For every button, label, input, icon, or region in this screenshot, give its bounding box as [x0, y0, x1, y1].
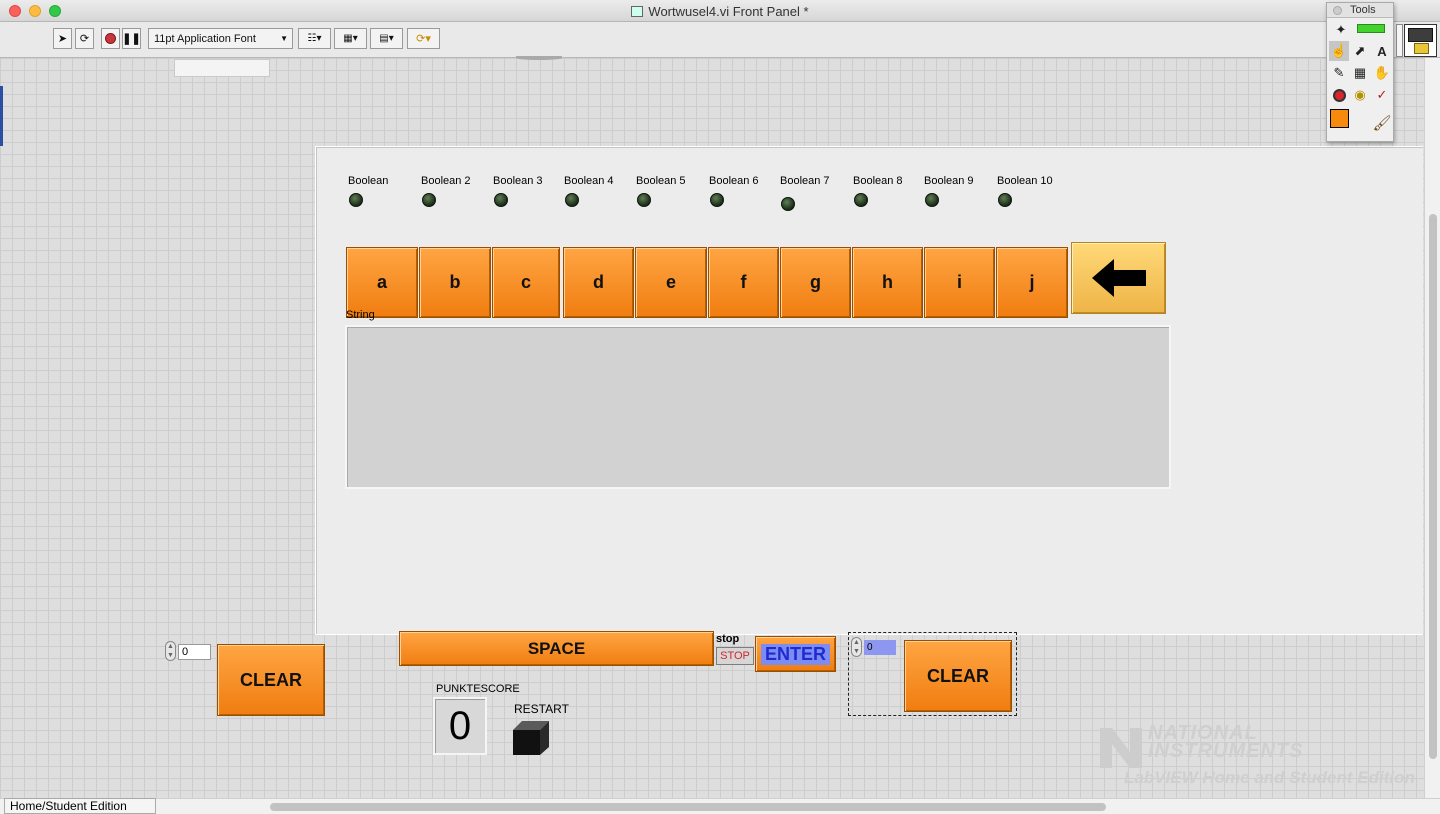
restart-caption: RESTART [514, 702, 569, 716]
letter-key-e[interactable]: e [635, 247, 707, 318]
vi-icon-block [1414, 43, 1429, 54]
window-title: Wortwusel4.vi Front Panel * [0, 4, 1440, 19]
pause-icon[interactable]: ❚❚ [122, 28, 141, 49]
vi-file-icon [631, 6, 644, 17]
foreground-color-swatch[interactable] [1330, 109, 1349, 128]
automatic-tool-icon[interactable]: ✦ [1331, 20, 1351, 40]
string-label: String [346, 309, 375, 321]
stop-caption: stop [716, 633, 740, 645]
stop-button[interactable]: STOP [716, 647, 754, 665]
string-indicator [345, 325, 1171, 489]
left-edge-marker [0, 86, 3, 146]
chevron-down-icon: ▼ [280, 34, 288, 43]
boolean-label: Boolean 5 [636, 175, 686, 187]
title-bar: Wortwusel4.vi Front Panel * [0, 0, 1440, 22]
score-display: 0 [433, 697, 487, 755]
reorder-icon[interactable]: ⟳▾ [407, 28, 440, 49]
horizontal-scrollbar[interactable] [0, 798, 1440, 814]
partial-decoration [516, 56, 562, 60]
vertical-scrollbar[interactable] [1424, 58, 1440, 798]
distribute-objects-icon[interactable]: ▦▾ [334, 28, 367, 49]
numeric-increment-decrement-right[interactable]: ▲ ▼ [851, 637, 862, 657]
enter-button[interactable]: ENTER [755, 636, 836, 672]
boolean-led[interactable] [854, 193, 868, 207]
letter-key-j[interactable]: j [996, 247, 1068, 318]
ni-brand-line2: INSTRUMENTS [1148, 740, 1304, 762]
boolean-led[interactable] [565, 193, 579, 207]
toolbar: ➤ ⟳ ❚❚ 11pt Application Font ▼ ☷▾ ▦▾ ▤▾ ⟳… [0, 22, 1440, 58]
boolean-label: Boolean 2 [421, 175, 471, 187]
score-caption: PUNKTESCORE [436, 683, 520, 695]
boolean-label: Boolean [348, 175, 389, 187]
boolean-label: Boolean 6 [709, 175, 759, 187]
font-selector-label: 11pt Application Font [154, 32, 256, 45]
align-objects-icon[interactable]: ☷▾ [298, 28, 331, 49]
space-button[interactable]: SPACE [399, 631, 714, 666]
restart-cube-button[interactable] [512, 720, 550, 756]
clear-button-right[interactable]: CLEAR [904, 640, 1012, 712]
letter-key-i[interactable]: i [924, 247, 995, 318]
horizontal-scroll-thumb[interactable] [270, 803, 1106, 811]
tools-palette-header: Tools [1327, 3, 1393, 18]
empty-text-field[interactable] [174, 59, 270, 77]
arrow-left-icon [1091, 259, 1146, 297]
vi-icon[interactable] [1404, 24, 1437, 57]
letter-key-h[interactable]: h [852, 247, 923, 318]
boolean-led[interactable] [422, 193, 436, 207]
vertical-scroll-thumb[interactable] [1429, 214, 1437, 759]
scroll-hand-icon[interactable]: ✋ [1372, 63, 1392, 83]
edit-text-icon[interactable]: A [1372, 41, 1392, 61]
operate-value-icon[interactable]: ☝ [1329, 41, 1349, 61]
set-color-brush-icon[interactable]: 🖌 [1372, 113, 1392, 133]
numeric-left[interactable]: 0 [178, 644, 211, 660]
boolean-label: Boolean 8 [853, 175, 903, 187]
font-selector[interactable]: 11pt Application Font ▼ [148, 28, 293, 49]
connect-wire-icon[interactable]: ✎ [1329, 63, 1349, 83]
close-palette-button[interactable] [1333, 6, 1342, 15]
boolean-led[interactable] [998, 193, 1012, 207]
abort-execution-icon[interactable] [101, 28, 120, 49]
numeric-right[interactable]: 0 [864, 640, 896, 655]
ni-watermark: NATIONAL INSTRUMENTS LabVIEW Home and St… [1100, 722, 1420, 792]
resize-objects-icon[interactable]: ▤▾ [370, 28, 403, 49]
get-color-icon[interactable]: ✓ [1372, 85, 1392, 105]
letter-key-c[interactable]: c [492, 247, 560, 318]
ni-edition: LabVIEW Home and Student Edition [1124, 768, 1415, 787]
backspace-button[interactable] [1071, 242, 1166, 314]
probe-icon[interactable]: ◉ [1350, 85, 1370, 105]
vi-icon-screen [1408, 28, 1433, 42]
edition-status: Home/Student Edition [4, 798, 156, 814]
tools-palette-title: Tools [1350, 4, 1376, 16]
numeric-increment-decrement-left[interactable]: ▲ ▼ [165, 641, 176, 661]
tools-palette: Tools ✦ ☝ ⬈ A ✎ ▦ ✋ ◉ ✓ 🖌 [1326, 2, 1394, 142]
run-continuously-icon[interactable]: ⟳ [75, 28, 94, 49]
shortcut-menu-icon[interactable]: ▦ [1350, 63, 1370, 83]
boolean-label: Boolean 3 [493, 175, 543, 187]
ni-logo-icon [1100, 728, 1142, 768]
boolean-led[interactable] [349, 193, 363, 207]
letter-key-b[interactable]: b [419, 247, 491, 318]
letter-key-a[interactable]: a [346, 247, 418, 318]
boolean-label: Boolean 4 [564, 175, 614, 187]
boolean-led[interactable] [710, 193, 724, 207]
auto-select-indicator [1357, 24, 1385, 33]
connector-pane[interactable] [1396, 24, 1403, 57]
run-arrow-icon[interactable]: ➤ [53, 28, 72, 49]
boolean-led[interactable] [781, 197, 795, 211]
enter-label: ENTER [760, 643, 830, 665]
boolean-label: Boolean 7 [780, 175, 830, 187]
letter-key-d[interactable]: d [563, 247, 634, 318]
boolean-led[interactable] [494, 193, 508, 207]
boolean-label: Boolean 9 [924, 175, 974, 187]
breakpoint-icon[interactable] [1329, 85, 1349, 105]
clear-button-left[interactable]: CLEAR [217, 644, 325, 716]
letter-key-g[interactable]: g [780, 247, 851, 318]
boolean-label: Boolean 10 [997, 175, 1053, 187]
position-select-icon[interactable]: ⬈ [1350, 41, 1370, 61]
window-title-text: Wortwusel4.vi Front Panel * [648, 4, 809, 19]
boolean-led[interactable] [637, 193, 651, 207]
boolean-led[interactable] [925, 193, 939, 207]
letter-key-f[interactable]: f [708, 247, 779, 318]
